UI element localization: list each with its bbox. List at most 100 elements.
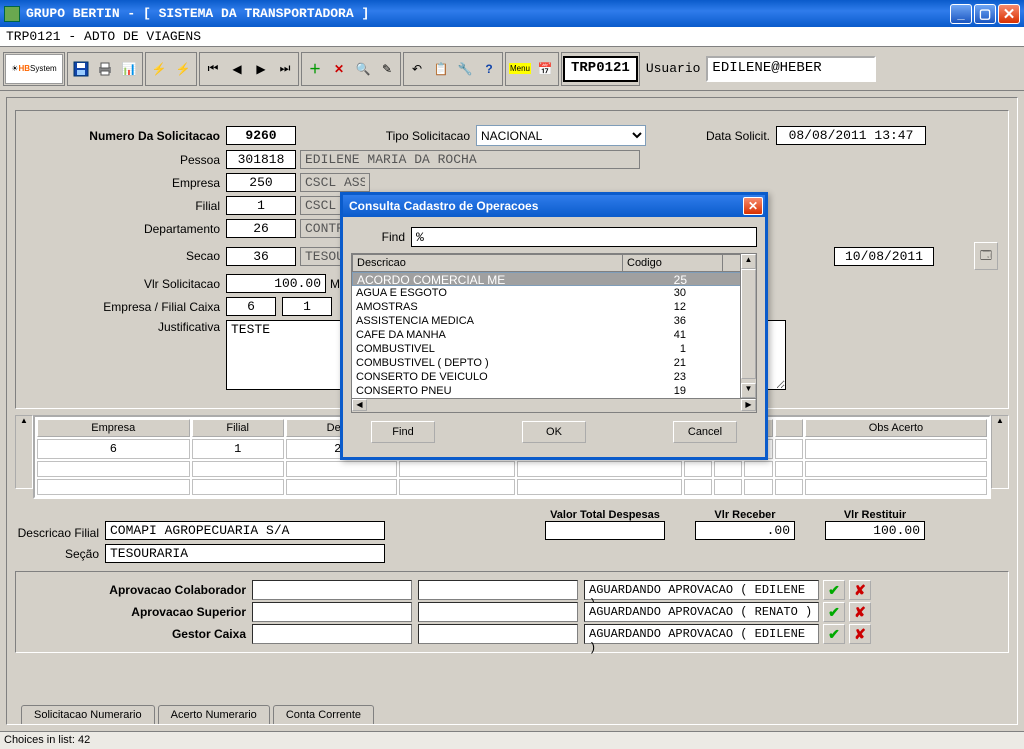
num-solicitacao-label: Numero Da Solicitacao [26,129,226,143]
tab-solicitacao[interactable]: Solicitacao Numerario [21,705,155,724]
undo-icon[interactable]: ↶ [405,54,429,84]
grid-header[interactable] [775,419,803,437]
aprov-sup-approve-button[interactable]: ✔ [823,602,845,622]
efc-label: Empresa / Filial Caixa [26,300,226,314]
maximize-button[interactable]: ▢ [974,4,996,24]
grid-header[interactable]: Obs Acerto [805,419,987,437]
vrest-field[interactable] [825,521,925,540]
modal-find-button[interactable]: Find [371,421,435,443]
aprov-gestor-field1 [252,624,412,644]
aprov-sup-reject-button[interactable]: ✘ [849,602,871,622]
tipo-select[interactable]: NACIONAL [476,125,646,146]
tab-acerto[interactable]: Acerto Numerario [158,705,270,724]
modal-cancel-button[interactable]: Cancel [673,421,737,443]
vtd-field[interactable] [545,521,665,540]
modal-list-item[interactable]: CURSOS E TREINAMENTOS16 [352,412,756,413]
aprov-colab-status: AGUARDANDO APROVACAO ( EDILENE ) [584,580,819,600]
efc-a[interactable] [226,297,276,316]
calendar-icon[interactable]: 📅 [533,54,557,84]
minimize-button[interactable]: _ [950,4,972,24]
aprov-gestor-approve-button[interactable]: ✔ [823,624,845,644]
user-field: EDILENE@HEBER [706,56,876,82]
modal-vscroll[interactable]: ▲▼ [740,254,756,398]
secao2-label: Seção [15,547,105,561]
efc-b[interactable] [282,297,332,316]
num-solicitacao-field[interactable] [226,126,296,145]
empresa-code[interactable] [226,173,296,192]
secao-code[interactable] [226,247,296,266]
edit-icon[interactable]: ✎ [375,54,399,84]
menu-icon[interactable]: Menu [507,54,533,84]
print-icon[interactable] [93,54,117,84]
next-icon[interactable]: ▶ [249,54,273,84]
aprov-sup-label: Aprovacao Superior [22,605,252,619]
app-icon [4,6,20,22]
aprov-gestor-field2 [418,624,578,644]
depto-code[interactable] [226,219,296,238]
modal-ok-button[interactable]: OK [522,421,586,443]
grid-header[interactable]: Filial [192,419,284,437]
pessoa-name [300,150,640,169]
pessoa-code[interactable] [226,150,296,169]
add-icon[interactable]: ＋ [303,54,327,84]
data-side-field[interactable] [834,247,934,266]
save-icon[interactable] [69,54,93,84]
modal-list-item[interactable]: AGUA E ESGOTO30 [352,286,756,300]
tipo-label: Tipo Solicitacao [376,129,476,143]
tool-icon[interactable]: 🔧 [453,54,477,84]
side-action-button[interactable]: 🗔 [974,242,998,270]
close-window-button[interactable]: ✕ [998,4,1020,24]
program-code: TRP0121 [563,56,638,82]
vrest-label: Vlr Restituir [825,509,925,521]
delete-icon[interactable]: ✕ [327,54,351,84]
wizard2-icon[interactable]: ⚡ [171,54,195,84]
modal-list-item[interactable]: COMBUSTIVEL ( DEPTO )21 [352,356,756,370]
modal-list[interactable]: Descricao Codigo ACORDO COMERCIAL ME25AG… [351,253,757,413]
modal-list-item[interactable]: CAFE DA MANHA41 [352,328,756,342]
desc-filial-label: Descricao Filial [15,526,105,540]
secao2-field[interactable] [105,544,385,563]
grid-left-scroll[interactable]: ▲ [15,415,33,489]
grid-cell[interactable] [775,439,803,459]
modal-list-item[interactable]: CONSERTO DE VEICULO23 [352,370,756,384]
modal-list-item[interactable]: AMOSTRAS12 [352,300,756,314]
vlr-solic-field[interactable] [226,274,326,293]
graph-icon[interactable]: 📊 [117,54,141,84]
aprov-sup-status: AGUARDANDO APROVACAO ( RENATO ) [584,602,819,622]
paste-icon[interactable]: 📋 [429,54,453,84]
aprov-colab-reject-button[interactable]: ✘ [849,580,871,600]
first-icon[interactable]: ⏮ [201,54,225,84]
aprov-gestor-reject-button[interactable]: ✘ [849,624,871,644]
modal-find-input[interactable] [411,227,757,247]
last-icon[interactable]: ⏭ [273,54,297,84]
pessoa-label: Pessoa [26,153,226,167]
modal-hscroll[interactable]: ◀▶ [352,398,756,412]
justif-label: Justificativa [26,320,226,334]
prev-icon[interactable]: ◀ [225,54,249,84]
aprov-colab-approve-button[interactable]: ✔ [823,580,845,600]
desc-filial-field[interactable] [105,521,385,540]
filial-code[interactable] [226,196,296,215]
vlr-solic-label: Vlr Solicitacao [26,277,226,291]
grid-header[interactable]: Empresa [37,419,190,437]
find-icon[interactable]: 🔍 [351,54,375,84]
window-title: GRUPO BERTIN - [ SISTEMA DA TRANSPORTADO… [26,6,948,21]
modal-col-cod: Codigo [623,255,723,271]
help-icon[interactable]: ? [477,54,501,84]
tab-conta-corrente[interactable]: Conta Corrente [273,705,374,724]
main-toolbar: ☀HBSystem 📊 ⚡ ⚡ ⏮ ◀ ▶ ⏭ ＋ ✕ 🔍 ✎ ↶ 📋 🔧 ? … [0,47,1024,91]
aprov-sup-field2 [418,602,578,622]
modal-list-item[interactable]: ASSISTENCIA MEDICA36 [352,314,756,328]
grid-right-scroll[interactable]: ▲ [991,415,1009,489]
vrec-field[interactable] [695,521,795,540]
data-solicit-field[interactable] [776,126,926,145]
modal-list-item[interactable]: ACORDO COMERCIAL ME25 [352,272,756,286]
modal-col-desc: Descricao [353,255,623,271]
wizard1-icon[interactable]: ⚡ [147,54,171,84]
modal-list-item[interactable]: CONSERTO PNEU19 [352,384,756,398]
grid-cell[interactable] [805,439,987,459]
grid-cell[interactable]: 1 [192,439,284,459]
modal-close-button[interactable]: ✕ [743,197,763,215]
grid-cell[interactable]: 6 [37,439,190,459]
modal-list-item[interactable]: COMBUSTIVEL1 [352,342,756,356]
